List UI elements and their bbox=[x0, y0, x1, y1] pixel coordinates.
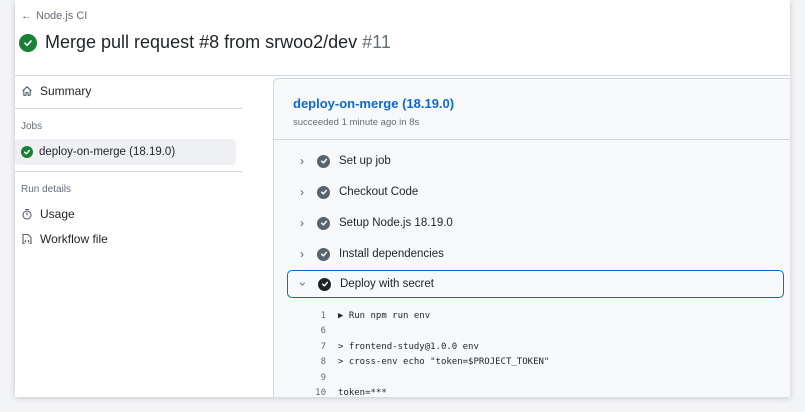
step-label: Setup Node.js 18.19.0 bbox=[339, 217, 453, 229]
sidebar-item-workflow-file[interactable]: Workflow file bbox=[21, 232, 108, 246]
run-title-row: Merge pull request #8 from srwoo2/dev #1… bbox=[19, 32, 391, 53]
back-label: Node.js CI bbox=[36, 10, 88, 22]
usage-label: Usage bbox=[40, 207, 75, 221]
stopwatch-icon bbox=[22, 208, 32, 220]
chevron-right-icon: › bbox=[300, 185, 304, 199]
check-circle-icon bbox=[317, 185, 330, 199]
step-label: Deploy with secret bbox=[340, 278, 434, 290]
workflow-run-page: ← Node.js CI Merge pull request #8 from … bbox=[15, 0, 790, 397]
arrow-left-icon: ← bbox=[21, 10, 32, 22]
step-label: Set up job bbox=[339, 155, 391, 167]
job-log-panel: deploy-on-merge (18.19.0) succeeded 1 mi… bbox=[273, 78, 790, 397]
step-label: Install dependencies bbox=[339, 248, 444, 260]
check-circle-icon bbox=[317, 154, 330, 168]
success-check-icon bbox=[21, 146, 33, 158]
step-log: 1 ▶ Run npm run env 6 7 > frontend-study@1… bbox=[304, 308, 549, 397]
sidebar-item-summary[interactable]: Summary bbox=[21, 84, 91, 98]
log-line: 10 token=*** bbox=[304, 386, 549, 397]
log-text: token=*** bbox=[338, 388, 387, 397]
success-check-icon bbox=[19, 33, 37, 52]
file-code-icon bbox=[22, 233, 32, 245]
run-number: #11 bbox=[362, 32, 391, 52]
log-line: 9 bbox=[304, 370, 549, 386]
chevron-right-icon: › bbox=[300, 247, 304, 261]
job-meta: succeeded 1 minute ago in 8s bbox=[293, 117, 420, 128]
log-line: 1 ▶ Run npm run env bbox=[304, 308, 549, 324]
sidebar-item-job[interactable]: deploy-on-merge (18.19.0) bbox=[15, 139, 236, 165]
line-number[interactable]: 10 bbox=[304, 388, 326, 397]
line-number[interactable]: 1 bbox=[304, 311, 326, 321]
job-name[interactable]: deploy-on-merge (18.19.0) bbox=[293, 96, 454, 111]
log-text: > frontend-study@1.0.0 env bbox=[338, 341, 479, 352]
sidebar-divider bbox=[15, 108, 242, 109]
line-number[interactable]: 7 bbox=[304, 342, 326, 352]
chevron-right-icon: › bbox=[300, 154, 304, 168]
line-number[interactable]: 9 bbox=[304, 373, 326, 383]
job-header: deploy-on-merge (18.19.0) succeeded 1 mi… bbox=[293, 96, 454, 128]
log-text[interactable]: ▶ Run npm run env bbox=[338, 311, 430, 321]
job-header-divider bbox=[274, 139, 790, 140]
sidebar-divider bbox=[15, 171, 242, 172]
step-setup-node[interactable]: › Setup Node.js 18.19.0 bbox=[287, 209, 790, 237]
run-details-heading: Run details bbox=[21, 184, 72, 195]
chevron-right-icon: › bbox=[300, 216, 304, 230]
home-icon bbox=[22, 86, 32, 96]
jobs-heading: Jobs bbox=[21, 121, 43, 132]
step-deploy-with-secret[interactable]: › Deploy with secret bbox=[287, 270, 784, 298]
step-install-dependencies[interactable]: › Install dependencies bbox=[287, 240, 790, 268]
check-circle-icon bbox=[317, 216, 330, 230]
check-circle-icon bbox=[317, 247, 330, 261]
workflow-label: Workflow file bbox=[40, 232, 108, 246]
chevron-down-icon: › bbox=[296, 282, 310, 286]
back-link[interactable]: ← Node.js CI bbox=[21, 10, 87, 22]
job-label: deploy-on-merge (18.19.0) bbox=[39, 146, 176, 158]
step-set-up-job[interactable]: › Set up job bbox=[287, 147, 790, 175]
log-line: 8 > cross-env echo "token=$PROJECT_TOKEN" bbox=[304, 355, 550, 371]
step-checkout-code[interactable]: › Checkout Code bbox=[287, 178, 790, 206]
sidebar-item-usage[interactable]: Usage bbox=[21, 207, 75, 221]
log-line: 6 bbox=[304, 324, 549, 340]
log-line: 7 > frontend-study@1.0.0 env bbox=[304, 339, 549, 355]
check-circle-icon bbox=[318, 277, 331, 291]
sidebar: Summary Jobs deploy-on-merge (18.19.0) R… bbox=[15, 76, 250, 397]
run-title-text: Merge pull request #8 from srwoo2/dev bbox=[45, 32, 358, 52]
log-text: > cross-env echo "token=$PROJECT_TOKEN" bbox=[338, 357, 550, 368]
line-number[interactable]: 8 bbox=[304, 357, 326, 367]
step-label: Checkout Code bbox=[339, 186, 419, 198]
summary-label: Summary bbox=[40, 84, 92, 98]
run-title: Merge pull request #8 from srwoo2/dev #1… bbox=[45, 32, 391, 53]
line-number[interactable]: 6 bbox=[304, 326, 326, 336]
